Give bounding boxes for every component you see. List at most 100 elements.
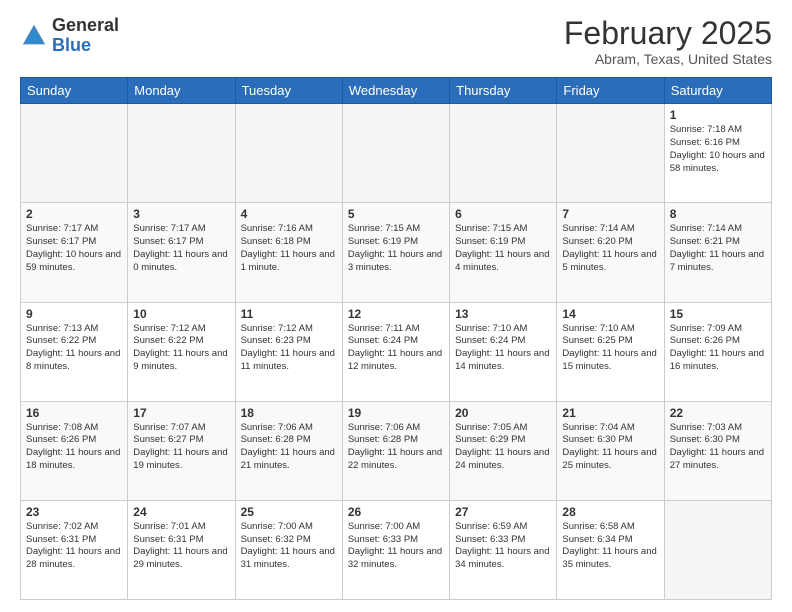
calendar-day-cell: 10Sunrise: 7:12 AMSunset: 6:22 PMDayligh… xyxy=(128,302,235,401)
day-info: Sunrise: 7:15 AMSunset: 6:19 PMDaylight:… xyxy=(455,223,551,274)
calendar-day-cell: 7 Sunrise: 7:14 AMSunset: 6:20 PMDaylight… xyxy=(557,203,664,302)
day-info: Sunrise: 7:07 AMSunset: 6:27 PMDaylight:… xyxy=(133,422,229,473)
title-block: February 2025 Abram, Texas, United State… xyxy=(564,16,772,67)
logo-general: General xyxy=(52,15,119,35)
calendar-day-cell: 9 Sunrise: 7:13 AMSunset: 6:22 PMDaylight… xyxy=(21,302,128,401)
calendar-day-cell xyxy=(450,104,557,203)
day-info: Sunrise: 7:13 AMSunset: 6:22 PMDaylight:… xyxy=(26,323,122,374)
day-info: Sunrise: 7:10 AMSunset: 6:25 PMDaylight:… xyxy=(562,323,658,374)
day-number: 9 xyxy=(26,307,122,321)
calendar-day-cell: 4 Sunrise: 7:16 AMSunset: 6:18 PMDaylight… xyxy=(235,203,342,302)
calendar-day-cell xyxy=(21,104,128,203)
day-info: Sunrise: 7:15 AMSunset: 6:19 PMDaylight:… xyxy=(348,223,444,274)
calendar-week-row: 1 Sunrise: 7:18 AMSunset: 6:16 PMDaylight… xyxy=(21,104,772,203)
page: General Blue February 2025 Abram, Texas,… xyxy=(0,0,792,612)
day-info: Sunrise: 7:11 AMSunset: 6:24 PMDaylight:… xyxy=(348,323,444,374)
day-number: 22 xyxy=(670,406,766,420)
logo-text: General Blue xyxy=(52,16,119,56)
day-info: Sunrise: 7:18 AMSunset: 6:16 PMDaylight:… xyxy=(670,124,766,175)
day-info: Sunrise: 7:12 AMSunset: 6:23 PMDaylight:… xyxy=(241,323,337,374)
weekday-header: Saturday xyxy=(664,78,771,104)
day-number: 4 xyxy=(241,207,337,221)
weekday-header: Monday xyxy=(128,78,235,104)
day-info: Sunrise: 7:10 AMSunset: 6:24 PMDaylight:… xyxy=(455,323,551,374)
calendar-day-cell: 15Sunrise: 7:09 AMSunset: 6:26 PMDayligh… xyxy=(664,302,771,401)
calendar-week-row: 2 Sunrise: 7:17 AMSunset: 6:17 PMDaylight… xyxy=(21,203,772,302)
calendar-day-cell: 20 Sunrise: 7:05 AMSunset: 6:29 PMDayligh… xyxy=(450,401,557,500)
calendar-day-cell: 8 Sunrise: 7:14 AMSunset: 6:21 PMDaylight… xyxy=(664,203,771,302)
day-info: Sunrise: 7:09 AMSunset: 6:26 PMDaylight:… xyxy=(670,323,766,374)
day-info: Sunrise: 7:14 AMSunset: 6:20 PMDaylight:… xyxy=(562,223,658,274)
calendar-day-cell: 3 Sunrise: 7:17 AMSunset: 6:17 PMDaylight… xyxy=(128,203,235,302)
day-info: Sunrise: 7:05 AMSunset: 6:29 PMDaylight:… xyxy=(455,422,551,473)
day-number: 2 xyxy=(26,207,122,221)
calendar-day-cell: 17 Sunrise: 7:07 AMSunset: 6:27 PMDayligh… xyxy=(128,401,235,500)
day-info: Sunrise: 7:00 AMSunset: 6:33 PMDaylight:… xyxy=(348,521,444,572)
calendar-day-cell: 2 Sunrise: 7:17 AMSunset: 6:17 PMDaylight… xyxy=(21,203,128,302)
day-number: 21 xyxy=(562,406,658,420)
day-number: 3 xyxy=(133,207,229,221)
calendar-day-cell xyxy=(235,104,342,203)
day-number: 11 xyxy=(241,307,337,321)
day-info: Sunrise: 7:04 AMSunset: 6:30 PMDaylight:… xyxy=(562,422,658,473)
day-info: Sunrise: 7:08 AMSunset: 6:26 PMDaylight:… xyxy=(26,422,122,473)
day-number: 13 xyxy=(455,307,551,321)
day-info: Sunrise: 7:06 AMSunset: 6:28 PMDaylight:… xyxy=(348,422,444,473)
month-title: February 2025 xyxy=(564,16,772,51)
calendar-day-cell: 16Sunrise: 7:08 AMSunset: 6:26 PMDayligh… xyxy=(21,401,128,500)
day-info: Sunrise: 7:14 AMSunset: 6:21 PMDaylight:… xyxy=(670,223,766,274)
calendar-day-cell: 12Sunrise: 7:11 AMSunset: 6:24 PMDayligh… xyxy=(342,302,449,401)
calendar-day-cell xyxy=(128,104,235,203)
day-number: 27 xyxy=(455,505,551,519)
logo-blue: Blue xyxy=(52,35,91,55)
calendar-day-cell: 1 Sunrise: 7:18 AMSunset: 6:16 PMDaylight… xyxy=(664,104,771,203)
header: General Blue February 2025 Abram, Texas,… xyxy=(20,16,772,67)
day-info: Sunrise: 6:58 AMSunset: 6:34 PMDaylight:… xyxy=(562,521,658,572)
calendar-day-cell: 23 Sunrise: 7:02 AMSunset: 6:31 PMDayligh… xyxy=(21,500,128,599)
day-number: 20 xyxy=(455,406,551,420)
day-info: Sunrise: 7:00 AMSunset: 6:32 PMDaylight:… xyxy=(241,521,337,572)
calendar-week-row: 9 Sunrise: 7:13 AMSunset: 6:22 PMDaylight… xyxy=(21,302,772,401)
calendar-day-cell xyxy=(557,104,664,203)
calendar-day-cell: 21 Sunrise: 7:04 AMSunset: 6:30 PMDayligh… xyxy=(557,401,664,500)
calendar-day-cell: 11 Sunrise: 7:12 AMSunset: 6:23 PMDayligh… xyxy=(235,302,342,401)
calendar-day-cell: 25Sunrise: 7:00 AMSunset: 6:32 PMDayligh… xyxy=(235,500,342,599)
day-info: Sunrise: 6:59 AMSunset: 6:33 PMDaylight:… xyxy=(455,521,551,572)
day-info: Sunrise: 7:17 AMSunset: 6:17 PMDaylight:… xyxy=(26,223,122,274)
day-info: Sunrise: 7:03 AMSunset: 6:30 PMDaylight:… xyxy=(670,422,766,473)
weekday-header: Thursday xyxy=(450,78,557,104)
calendar-day-cell: 18Sunrise: 7:06 AMSunset: 6:28 PMDayligh… xyxy=(235,401,342,500)
calendar-day-cell: 5Sunrise: 7:15 AMSunset: 6:19 PMDaylight… xyxy=(342,203,449,302)
day-number: 17 xyxy=(133,406,229,420)
calendar-day-cell: 14 Sunrise: 7:10 AMSunset: 6:25 PMDayligh… xyxy=(557,302,664,401)
day-number: 23 xyxy=(26,505,122,519)
calendar-day-cell: 27 Sunrise: 6:59 AMSunset: 6:33 PMDayligh… xyxy=(450,500,557,599)
day-number: 14 xyxy=(562,307,658,321)
calendar-day-cell: 28 Sunrise: 6:58 AMSunset: 6:34 PMDayligh… xyxy=(557,500,664,599)
logo: General Blue xyxy=(20,16,119,56)
day-number: 28 xyxy=(562,505,658,519)
day-info: Sunrise: 7:06 AMSunset: 6:28 PMDaylight:… xyxy=(241,422,337,473)
weekday-header: Sunday xyxy=(21,78,128,104)
day-info: Sunrise: 7:12 AMSunset: 6:22 PMDaylight:… xyxy=(133,323,229,374)
calendar-day-cell xyxy=(664,500,771,599)
calendar-day-cell: 6 Sunrise: 7:15 AMSunset: 6:19 PMDaylight… xyxy=(450,203,557,302)
day-info: Sunrise: 7:17 AMSunset: 6:17 PMDaylight:… xyxy=(133,223,229,274)
day-number: 8 xyxy=(670,207,766,221)
day-number: 1 xyxy=(670,108,766,122)
calendar-day-cell: 19 Sunrise: 7:06 AMSunset: 6:28 PMDayligh… xyxy=(342,401,449,500)
day-number: 19 xyxy=(348,406,444,420)
day-number: 6 xyxy=(455,207,551,221)
weekday-header-row: SundayMondayTuesdayWednesdayThursdayFrid… xyxy=(21,78,772,104)
calendar-week-row: 16Sunrise: 7:08 AMSunset: 6:26 PMDayligh… xyxy=(21,401,772,500)
weekday-header: Friday xyxy=(557,78,664,104)
calendar-day-cell xyxy=(342,104,449,203)
day-info: Sunrise: 7:01 AMSunset: 6:31 PMDaylight:… xyxy=(133,521,229,572)
calendar-day-cell: 26Sunrise: 7:00 AMSunset: 6:33 PMDayligh… xyxy=(342,500,449,599)
day-number: 7 xyxy=(562,207,658,221)
calendar-table: SundayMondayTuesdayWednesdayThursdayFrid… xyxy=(20,77,772,600)
logo-icon xyxy=(20,22,48,50)
calendar-day-cell: 24Sunrise: 7:01 AMSunset: 6:31 PMDayligh… xyxy=(128,500,235,599)
day-info: Sunrise: 7:16 AMSunset: 6:18 PMDaylight:… xyxy=(241,223,337,274)
day-info: Sunrise: 7:02 AMSunset: 6:31 PMDaylight:… xyxy=(26,521,122,572)
